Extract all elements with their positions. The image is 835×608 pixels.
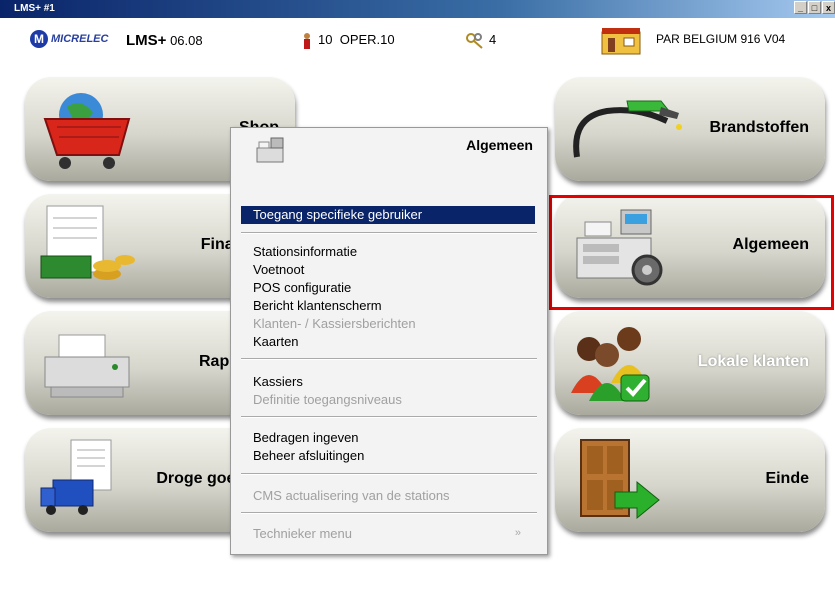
money-documents-icon (40, 205, 135, 280)
menu-title: Algemeen (466, 137, 533, 153)
menu-separator (241, 416, 537, 418)
menu-item-cashiers[interactable]: Kassiers (253, 374, 303, 389)
menu-item-access-levels: Definitie toegangsniveaus (253, 392, 402, 407)
app-window: M MICRELEC LMS+ 06.08 10 OPER.10 4 PAR B… (0, 18, 835, 608)
operator-info: 10 OPER.10 (318, 32, 395, 47)
menu-item-cards[interactable]: Kaarten (253, 334, 299, 349)
header-bar: M MICRELEC LMS+ 06.08 10 OPER.10 4 PAR B… (0, 18, 835, 68)
keys-icon (466, 33, 483, 49)
window-title: LMS+ #1 (14, 3, 55, 14)
micrelec-logo: M MICRELEC (30, 30, 108, 48)
tile-local-customers-label: Lokale klanten (697, 353, 809, 370)
menu-item-enter-amounts[interactable]: Bedragen ingeven (253, 430, 359, 445)
app-version: LMS+ 06.08 (126, 32, 203, 49)
tile-fuels[interactable]: Brandstoffen (555, 77, 825, 181)
tile-end[interactable]: Einde (555, 428, 825, 532)
close-button[interactable]: x (822, 1, 835, 14)
micrelec-logo-icon: M (30, 30, 48, 48)
operator-icon (304, 33, 310, 49)
delivery-truck-icon (40, 439, 112, 515)
logo-text: MICRELEC (51, 33, 109, 45)
station-name: PAR BELGIUM 916 V04 (656, 32, 786, 46)
printer-icon (44, 334, 130, 398)
window-titlebar: LMS+ #1 _ □ x (0, 0, 835, 18)
operator-name: OPER.10 (339, 32, 395, 47)
menu-item-pos-config[interactable]: POS configuratie (253, 280, 351, 295)
tile-end-label: Einde (765, 470, 809, 487)
menu-item-technician-menu: Technieker menu (253, 526, 352, 541)
menu-item-cms-update: CMS actualisering van de stations (253, 488, 450, 503)
version-number: 06.08 (170, 33, 203, 48)
menu-separator (241, 512, 537, 514)
exit-door-icon (580, 439, 660, 520)
general-menu: Algemeen Toegang specifieke gebruiker St… (230, 127, 548, 555)
menu-item-footnote[interactable]: Voetnoot (253, 262, 304, 277)
menu-item-customer-screen-message[interactable]: Bericht klantenscherm (253, 298, 382, 313)
fuel-nozzle-icon (573, 100, 682, 158)
menu-separator (241, 232, 537, 234)
tile-local-customers: Lokale klanten (555, 311, 825, 415)
customers-icon (571, 327, 650, 402)
tile-fuels-label: Brandstoffen (709, 119, 809, 136)
submenu-arrow-icon: » (514, 527, 521, 539)
cash-register-icon (256, 137, 284, 163)
operator-id: 10 (318, 32, 333, 47)
menu-separator (241, 358, 537, 360)
shopping-cart-icon (43, 93, 131, 169)
maximize-button[interactable]: □ (808, 1, 821, 14)
menu-separator (241, 473, 537, 475)
menu-item-closing-management[interactable]: Beheer afsluitingen (253, 448, 364, 463)
app-name: LMS+ (126, 32, 167, 49)
gas-station-icon (601, 28, 641, 55)
key-count: 4 (489, 32, 497, 47)
menu-item-station-info[interactable]: Stationsinformatie (253, 244, 357, 259)
highlight-frame (549, 195, 834, 310)
menu-item-specific-user-access[interactable]: Toegang specifieke gebruiker (241, 206, 535, 224)
minimize-button[interactable]: _ (794, 1, 807, 14)
menu-item-customer-cashier-messages: Klanten- / Kassiersberichten (253, 316, 416, 331)
